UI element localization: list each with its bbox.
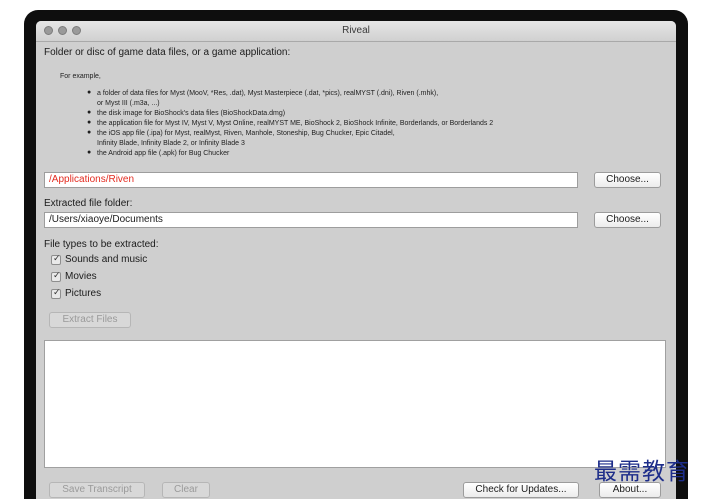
watermark-text: 最需教育 xyxy=(594,459,690,485)
sounds-label: Sounds and music xyxy=(65,254,148,265)
extract-files-button[interactable]: Extract Files xyxy=(49,312,131,328)
transcript-area[interactable] xyxy=(44,340,666,468)
clear-button[interactable]: Clear xyxy=(162,482,210,498)
save-transcript-button[interactable]: Save Transcript xyxy=(49,482,145,498)
example-item: the disk image for BioShock's data files… xyxy=(97,110,286,117)
bullet-icon: ● xyxy=(87,149,92,156)
choose-output-button[interactable]: Choose... xyxy=(594,212,661,228)
pictures-checkbox[interactable] xyxy=(51,288,61,299)
window-title: Riveal xyxy=(342,25,370,36)
movies-checkbox[interactable] xyxy=(51,271,61,282)
movies-label: Movies xyxy=(65,271,97,282)
example-item: a folder of data files for Myst (MooV, *… xyxy=(97,90,439,97)
output-path-field[interactable]: /Users/xiaoye/Documents xyxy=(44,212,578,228)
example-item: or Myst III (.m3a, ...) xyxy=(97,100,160,107)
titlebar[interactable]: Riveal xyxy=(36,21,676,42)
check-updates-button[interactable]: Check for Updates... xyxy=(463,482,579,498)
bullet-icon: ● xyxy=(87,89,92,96)
source-path-field[interactable]: /Applications/Riven xyxy=(44,172,578,188)
filetypes-heading: File types to be extracted: xyxy=(44,239,159,250)
bullet-icon: ● xyxy=(87,129,92,136)
example-item: the iOS app file (.ipa) for Myst, realMy… xyxy=(97,130,395,137)
example-item: the application file for Myst IV, Myst V… xyxy=(97,120,494,127)
example-item: Infinity Blade, Infinity Blade 2, or Inf… xyxy=(97,140,245,147)
pictures-label: Pictures xyxy=(65,288,102,299)
sounds-checkbox[interactable] xyxy=(51,254,61,265)
riveal-window: Riveal Folder or disc of game data files… xyxy=(36,21,676,499)
bullet-icon: ● xyxy=(87,119,92,126)
example-item: the Android app file (.apk) for Bug Chuc… xyxy=(97,150,230,157)
source-heading: Folder or disc of game data files, or a … xyxy=(44,47,291,58)
example-intro: For example, xyxy=(60,73,101,80)
choose-source-button[interactable]: Choose... xyxy=(594,172,661,188)
bullet-icon: ● xyxy=(87,109,92,116)
output-heading: Extracted file folder: xyxy=(44,198,133,209)
